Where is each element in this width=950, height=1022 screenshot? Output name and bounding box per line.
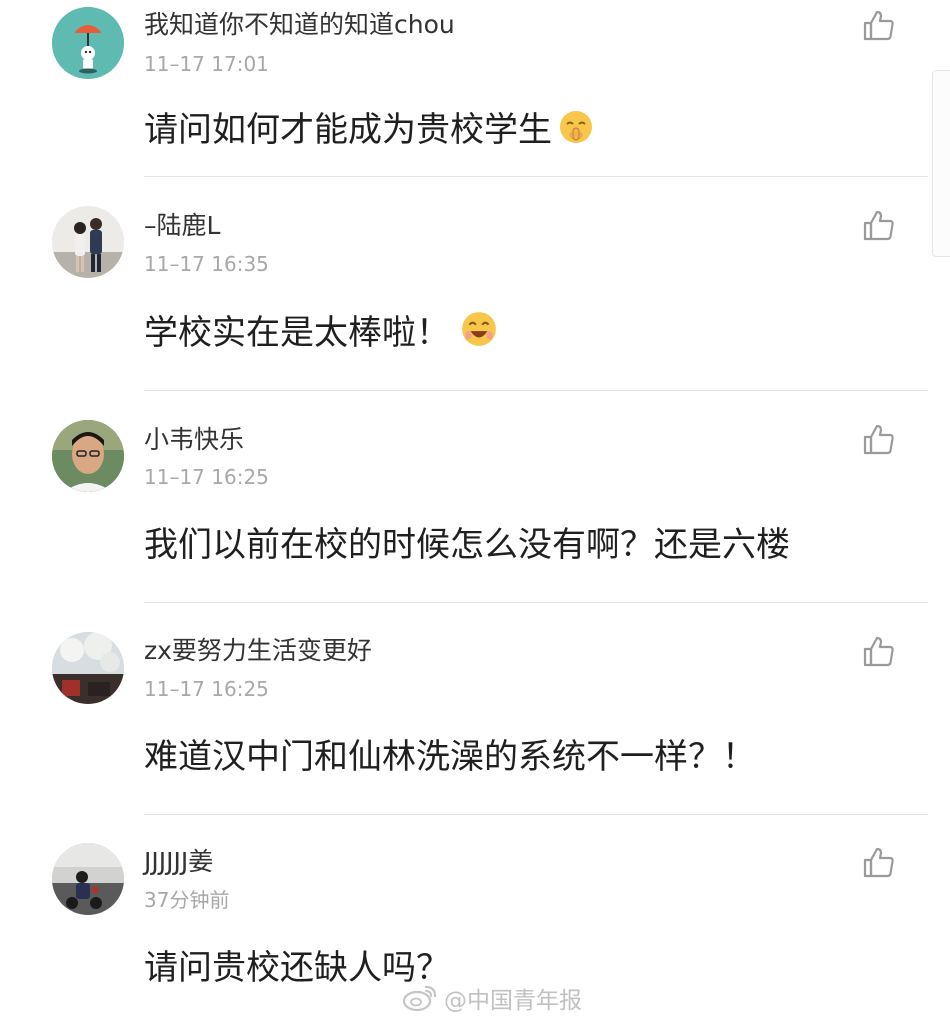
weibo-logo-icon (402, 985, 437, 1012)
avatar-cartoon-image (52, 7, 124, 79)
username[interactable]: 小韦快乐 (144, 425, 244, 455)
avatar[interactable] (52, 632, 124, 704)
watermark: @中国青年报 (402, 982, 582, 1014)
avatar-portrait-photo (52, 420, 124, 492)
comment-text: 请问如何才能成为贵校学生 (144, 109, 594, 151)
avatar[interactable] (52, 420, 124, 492)
watermark-text: @中国青年报 (444, 988, 582, 1014)
thumbs-up-icon (863, 10, 894, 41)
comment-divider (144, 176, 928, 177)
timestamp: 11–17 17:01 (144, 52, 269, 76)
comment-divider (144, 390, 928, 391)
comment-text-body: 学校实在是太棒啦！ (144, 313, 450, 353)
comment-text: 我们以前在校的时候怎么没有啊？还是六楼 (144, 525, 790, 565)
username[interactable]: 我知道你不知道的知道chou (144, 10, 455, 40)
username[interactable]: –陆鹿L (144, 211, 220, 241)
avatar-street-photo (52, 843, 124, 915)
thumbs-up-icon (863, 847, 894, 878)
like-button[interactable] (861, 634, 897, 670)
comment-divider (144, 602, 928, 603)
avatar[interactable] (52, 206, 124, 278)
side-panel-edge (932, 70, 950, 257)
comment-text: 难道汉中门和仙林洗澡的系统不一样？！ (144, 737, 756, 777)
thumbs-up-icon (863, 210, 894, 241)
shushing-face-emoji-icon (560, 111, 592, 143)
like-button[interactable] (861, 208, 897, 244)
avatar-couple-photo (52, 206, 124, 278)
timestamp: 11–17 16:25 (144, 677, 269, 701)
avatar[interactable] (52, 7, 124, 79)
timestamp: 11–17 16:35 (144, 252, 269, 276)
avatar[interactable] (52, 843, 124, 915)
like-button[interactable] (861, 422, 897, 458)
grinning-sweat-face-emoji-icon (462, 312, 496, 346)
timestamp: 11–17 16:25 (144, 465, 269, 489)
avatar-scenery-photo (52, 632, 124, 704)
comment-divider (144, 814, 928, 815)
username[interactable]: JJJJJJ姜 (144, 847, 213, 877)
comment-screen: 我知道你不知道的知道chou 11–17 17:01 请问如何才能成为贵校学生 (0, 0, 950, 1022)
comment-text: 学校实在是太棒啦！ (144, 310, 498, 354)
timestamp: 37分钟前 (144, 888, 230, 912)
thumbs-up-icon (863, 636, 894, 667)
like-button[interactable] (861, 8, 897, 44)
username[interactable]: zx要努力生活变更好 (144, 636, 372, 666)
like-button[interactable] (861, 845, 897, 881)
thumbs-up-icon (863, 424, 894, 455)
comment-text-body: 请问如何才能成为贵校学生 (144, 110, 552, 150)
